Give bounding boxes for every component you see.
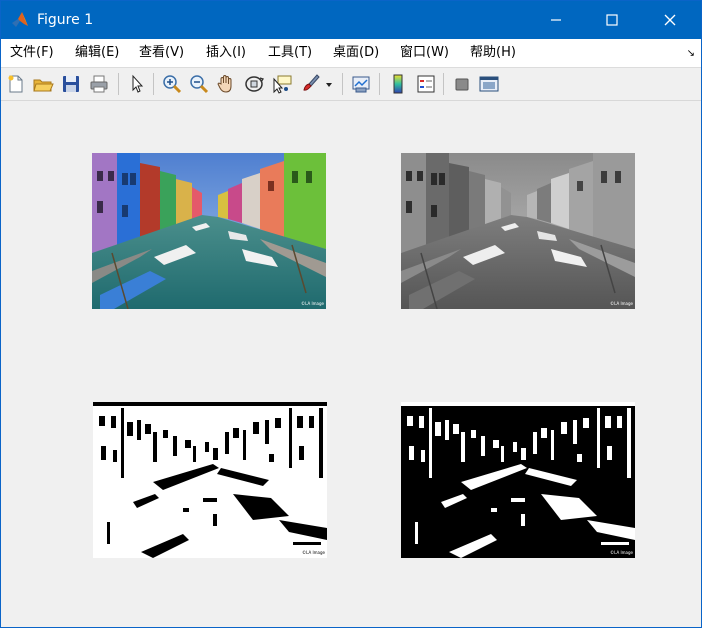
maximize-button[interactable] — [585, 1, 639, 39]
menu-edit[interactable]: 编辑(E) — [75, 45, 119, 61]
pan-icon[interactable] — [215, 73, 237, 95]
brush-icon[interactable] — [299, 73, 321, 95]
toolbar-separator — [342, 73, 343, 95]
menu-window[interactable]: 窗口(W) — [400, 45, 449, 61]
zoom-out-icon[interactable] — [188, 73, 210, 95]
toolbar-separator — [379, 73, 380, 95]
image-watermark: ©LA Image — [610, 550, 633, 555]
binary-canal-image: ©LA Image — [93, 402, 327, 558]
edit-plot-icon[interactable] — [126, 73, 148, 95]
color-image-axes[interactable]: ©LA Image — [92, 153, 326, 309]
figure-toolbar — [1, 68, 701, 101]
window-title: Figure 1 — [37, 12, 94, 28]
inverted-binary-canal-image: ©LA Image — [401, 402, 635, 558]
toolbar-separator — [153, 73, 154, 95]
menu-help[interactable]: 帮助(H) — [470, 45, 516, 61]
menu-insert[interactable]: 插入(I) — [206, 45, 246, 61]
toolbar-separator — [118, 73, 119, 95]
data-cursor-icon[interactable] — [271, 73, 293, 95]
close-icon — [664, 14, 676, 26]
menu-desktop[interactable]: 桌面(D) — [333, 45, 379, 61]
toolbar-separator — [443, 73, 444, 95]
colorbar-icon[interactable] — [387, 73, 409, 95]
grayscale-canal-image: ©LA Image — [401, 153, 635, 309]
image-watermark: ©LA Image — [302, 550, 325, 555]
save-icon[interactable] — [60, 73, 82, 95]
matlab-logo-icon — [11, 11, 29, 29]
inverted-binary-image-axes[interactable]: ©LA Image — [401, 402, 635, 558]
show-plot-tools-icon[interactable] — [478, 73, 500, 95]
close-button[interactable] — [643, 1, 697, 39]
figure-window: Figure 1 文件(F) 编辑(E) 查看(V) 插入(I) 工具(T) 桌… — [0, 0, 702, 628]
link-plot-icon[interactable] — [350, 73, 372, 95]
grayscale-image-axes[interactable]: ©LA Image — [401, 153, 635, 309]
binary-image-axes[interactable]: ©LA Image — [93, 402, 327, 558]
hide-plot-tools-icon[interactable] — [451, 73, 473, 95]
figure-canvas: ©LA Image ©LA Image ©LA Image ©LA Image — [1, 101, 701, 627]
menu-view[interactable]: 查看(V) — [139, 45, 184, 61]
open-file-icon[interactable] — [32, 73, 54, 95]
rotate-3d-icon[interactable] — [243, 73, 265, 95]
brush-dropdown-chevron-down-icon[interactable] — [323, 73, 335, 95]
image-watermark: ©LA Image — [610, 301, 633, 306]
menu-file[interactable]: 文件(F) — [10, 45, 54, 61]
minimize-button[interactable] — [529, 1, 583, 39]
color-canal-image: ©LA Image — [92, 153, 326, 309]
menu-bar: 文件(F) 编辑(E) 查看(V) 插入(I) 工具(T) 桌面(D) 窗口(W… — [1, 39, 701, 68]
minimize-icon — [551, 19, 561, 21]
menu-tools[interactable]: 工具(T) — [268, 45, 312, 61]
legend-icon[interactable] — [415, 73, 437, 95]
zoom-in-icon[interactable] — [161, 73, 183, 95]
new-figure-icon[interactable] — [5, 73, 27, 95]
print-icon[interactable] — [88, 73, 110, 95]
dock-figure-icon[interactable]: ↘ — [687, 48, 695, 59]
maximize-icon — [606, 14, 618, 26]
title-bar[interactable]: Figure 1 — [1, 1, 701, 39]
image-watermark: ©LA Image — [301, 301, 324, 306]
